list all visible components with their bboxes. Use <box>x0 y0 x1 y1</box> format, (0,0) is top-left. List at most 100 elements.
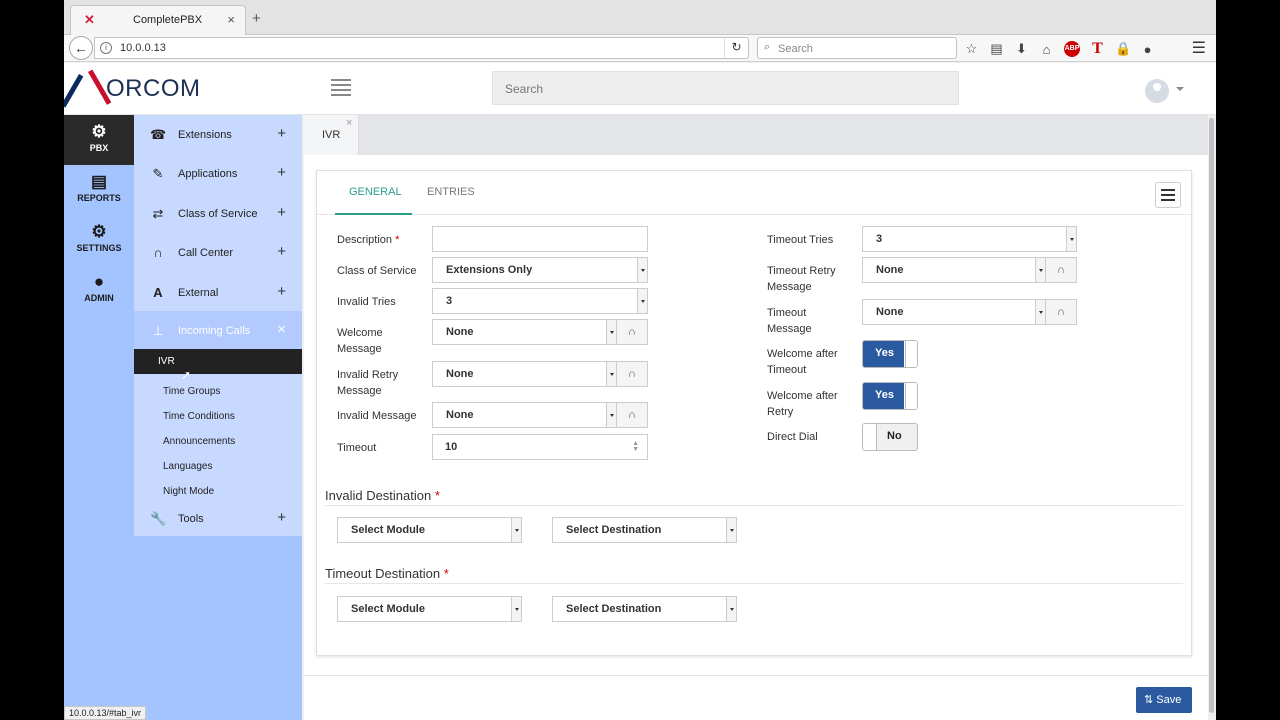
lock-extension-icon[interactable]: 🔒 <box>1115 41 1131 57</box>
play-headphones-button[interactable]: ∩ <box>617 402 648 428</box>
menu-item-label: Applications <box>178 168 238 180</box>
back-button[interactable]: ← <box>69 36 93 60</box>
select-value: None <box>876 306 904 318</box>
rail-item-pbx[interactable]: ⚙ PBX <box>64 115 134 165</box>
rail-item-reports[interactable]: ▤ REPORTS <box>64 165 134 215</box>
app-search-input[interactable]: Search <box>492 71 959 105</box>
collapse-icon[interactable]: × <box>277 321 286 338</box>
content-tab-label: IVR <box>322 129 341 141</box>
xorcom-logo[interactable]: ORCOM <box>64 69 201 108</box>
invalid-tries-select[interactable]: 3 <box>432 288 648 314</box>
play-headphones-button[interactable]: ∩ <box>617 361 648 387</box>
close-content-tab-icon[interactable]: × <box>346 117 352 129</box>
tab-entries[interactable]: ENTRIES <box>427 186 475 198</box>
user-avatar[interactable] <box>1145 79 1169 103</box>
timeout-retry-message-select[interactable]: None <box>862 257 1046 283</box>
submenu-item-languages[interactable]: Languages <box>134 454 302 479</box>
expand-icon[interactable]: + <box>277 283 286 300</box>
save-button[interactable]: ⇅ Save <box>1136 687 1192 713</box>
welcome-after-retry-label: Welcome after Retry <box>767 390 838 418</box>
menu-item-incoming-calls[interactable]: ⊥ Incoming Calls × <box>134 311 302 350</box>
edit-icon: ✎ <box>152 166 164 181</box>
content-tab-ivr[interactable]: IVR × <box>304 115 359 155</box>
menu-item-label: External <box>178 287 219 299</box>
invalid-destination-select[interactable]: Select Destination <box>552 517 737 543</box>
new-tab-button[interactable]: + <box>252 10 261 27</box>
extension-icon[interactable]: ● <box>1140 42 1155 57</box>
mouse-cursor-icon: ➚ <box>181 368 192 382</box>
menu-item-extensions[interactable]: ☎ Extensions + <box>134 115 302 154</box>
submenu-item-ivr[interactable]: IVR <box>134 349 302 374</box>
menu-item-label: Extensions <box>178 129 232 141</box>
expand-icon[interactable]: + <box>277 164 286 181</box>
play-headphones-button[interactable]: ∩ <box>1046 299 1077 325</box>
invalid-module-select[interactable]: Select Module <box>337 517 522 543</box>
invalid-message-select[interactable]: None <box>432 402 617 428</box>
logo-x-mark <box>64 69 112 108</box>
timeout-destination-select[interactable]: Select Destination <box>552 596 737 622</box>
rail-item-settings[interactable]: ⚙ SETTINGS <box>64 215 134 265</box>
browser-menu-icon[interactable]: ☰ <box>1192 38 1206 58</box>
submenu-item-time-groups[interactable]: Time Groups <box>134 379 302 404</box>
tab-general[interactable]: GENERAL <box>349 186 402 198</box>
menu-item-external[interactable]: A External + <box>134 273 302 312</box>
direct-dial-toggle[interactable]: No <box>862 423 918 451</box>
menu-item-tools[interactable]: 🔧 Tools + <box>134 499 302 538</box>
scrollbar-thumb[interactable] <box>1209 118 1214 713</box>
class-of-service-select[interactable]: Extensions Only <box>432 257 648 283</box>
welcome-after-timeout-toggle[interactable]: Yes <box>862 340 918 368</box>
direct-dial-label: Direct Dial <box>767 431 818 443</box>
expand-icon[interactable]: + <box>277 125 286 142</box>
timeout-message-select[interactable]: None <box>862 299 1046 325</box>
home-icon[interactable]: ⌂ <box>1039 42 1054 57</box>
submenu-label: Announcements <box>163 436 236 447</box>
reload-icon[interactable]: ↻ <box>724 38 748 58</box>
class-of-service-label: Class of Service <box>337 265 417 277</box>
rail-item-admin[interactable]: ● ADMIN <box>64 265 134 315</box>
user-menu-caret-icon[interactable] <box>1176 87 1184 91</box>
stepper-icon[interactable]: ▲ ▼ <box>632 440 639 453</box>
submenu-item-time-conditions[interactable]: Time Conditions <box>134 404 302 429</box>
toggle-state: No <box>887 430 902 442</box>
menu-item-class-of-service[interactable]: ⇄ Class of Service + <box>134 194 302 233</box>
timeout-number-input[interactable]: 10 ▲ ▼ <box>432 434 648 460</box>
menu-item-call-center[interactable]: ∩ Call Center + <box>134 233 302 272</box>
play-headphones-button[interactable]: ∩ <box>617 319 648 345</box>
list-view-button[interactable] <box>1155 182 1181 208</box>
gears-icon: ⚙ <box>91 222 107 241</box>
toggle-state: Yes <box>875 389 894 401</box>
section-divider <box>325 583 1183 584</box>
search-icon: ⌕ <box>764 41 771 53</box>
save-icon: ⇅ <box>1144 694 1154 706</box>
expand-icon[interactable]: + <box>277 204 286 221</box>
submenu-label: Time Conditions <box>163 411 235 422</box>
toggle-menu-icon[interactable] <box>331 79 351 97</box>
timeout-destination-heading: Timeout Destination * <box>325 566 449 581</box>
headset-icon: ∩ <box>153 245 163 260</box>
welcome-after-retry-toggle[interactable]: Yes <box>862 382 918 410</box>
menu-item-applications[interactable]: ✎ Applications + <box>134 154 302 193</box>
welcome-after-timeout-label: Welcome after Timeout <box>767 348 838 376</box>
translate-icon[interactable]: T <box>1090 40 1105 58</box>
expand-icon[interactable]: + <box>277 509 286 526</box>
submenu-item-announcements[interactable]: Announcements <box>134 429 302 454</box>
browser-search-input[interactable]: ⌕ Search <box>757 37 957 59</box>
adblock-icon[interactable]: ABP <box>1064 41 1080 57</box>
info-icon[interactable]: i <box>100 42 112 54</box>
timeout-tries-select[interactable]: 3 <box>862 226 1077 252</box>
download-icon[interactable]: ⬇ <box>1014 41 1029 57</box>
play-headphones-button[interactable]: ∩ <box>1046 257 1077 283</box>
chevron-down-icon <box>1035 300 1045 324</box>
expand-icon[interactable]: + <box>277 243 286 260</box>
welcome-message-select[interactable]: None <box>432 319 617 345</box>
description-field[interactable] <box>432 226 648 252</box>
reading-list-icon[interactable]: ▤ <box>989 41 1004 57</box>
chevron-down-icon <box>637 258 647 282</box>
address-bar[interactable]: i 10.0.0.13 ↻ <box>94 37 749 59</box>
address-url[interactable]: 10.0.0.13 <box>120 42 166 54</box>
close-tab-icon[interactable]: × <box>227 12 235 27</box>
bookmark-star-icon[interactable]: ☆ <box>964 41 979 57</box>
timeout-module-select[interactable]: Select Module <box>337 596 522 622</box>
invalid-retry-message-select[interactable]: None <box>432 361 617 387</box>
browser-tab[interactable]: ✕ CompletePBX × <box>70 5 246 35</box>
